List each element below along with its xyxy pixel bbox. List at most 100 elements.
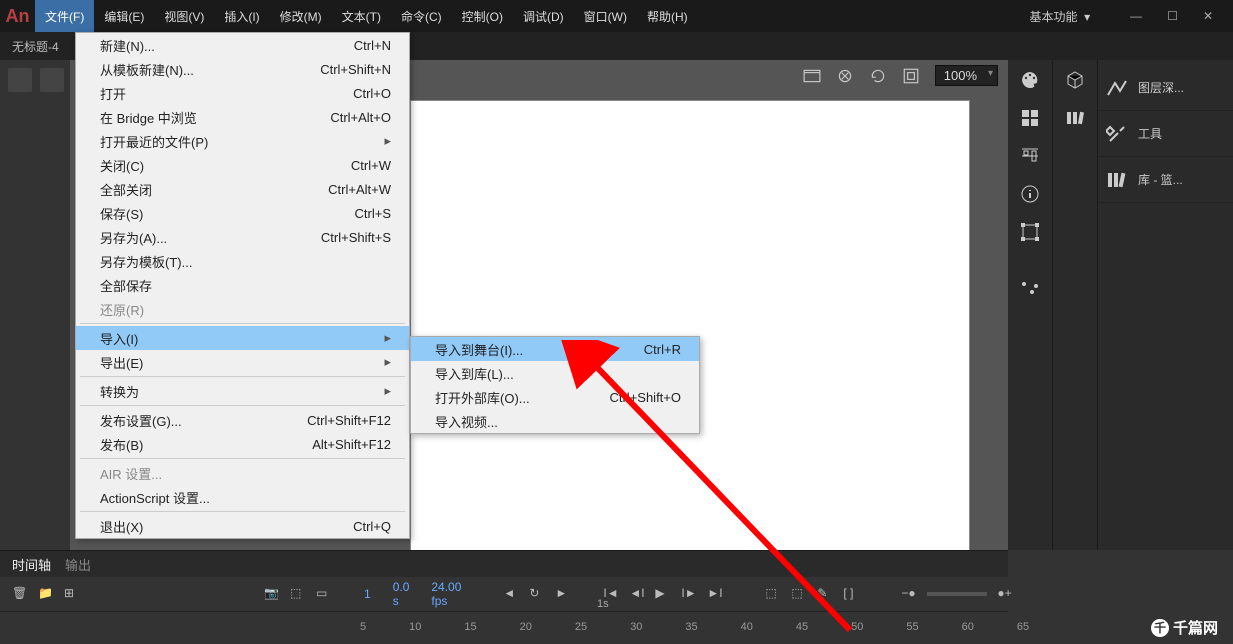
file-menu-item[interactable]: 新建(N)...Ctrl+N [76,33,409,57]
menu-window[interactable]: 窗口(W) [574,0,637,32]
clapboard-icon[interactable] [40,68,64,92]
timeline-ruler[interactable]: 5101520253035404550556065 [0,611,1008,641]
file-menu-item[interactable]: 在 Bridge 中浏览Ctrl+Alt+O [76,105,409,129]
frame-view-icon[interactable]: ▭ [316,586,332,602]
scene-icon[interactable] [8,68,32,92]
watermark-icon: 千 [1151,619,1169,637]
ruler-tick: 20 [520,621,532,633]
menu-edit[interactable]: 编辑(E) [94,0,154,32]
panel-label: 工具 [1138,125,1162,142]
file-menu-item[interactable]: 关闭(C)Ctrl+W [76,153,409,177]
menu-modify[interactable]: 修改(M) [270,0,332,32]
scene-toolbar [0,60,70,550]
menu-help[interactable]: 帮助(H) [637,0,698,32]
swatches-icon[interactable] [1020,108,1040,128]
file-menu-item[interactable]: 导入(I) [76,326,409,350]
palette-icon[interactable] [1020,70,1040,90]
zoom-out-icon[interactable]: −● [901,586,917,602]
import-submenu-item[interactable]: 导入到舞台(I)...Ctrl+R [411,337,699,361]
layer-depth-icon [1106,77,1128,99]
app-logo: An [0,0,35,32]
zoom-dropdown[interactable]: 100% [935,65,998,86]
file-menu-item[interactable]: 打开Ctrl+O [76,81,409,105]
minimize-icon[interactable]: — [1130,9,1142,23]
right-panels: 图层深... 工具 库 - 篮... [1008,60,1233,550]
clip-icon[interactable] [803,67,821,85]
layer-depth-toggle-icon[interactable]: ⬚ [290,586,306,602]
doc-tab[interactable]: 无标题-4 [12,38,59,55]
library-books-icon[interactable] [1065,108,1085,128]
file-menu-item[interactable]: 退出(X)Ctrl+Q [76,514,409,538]
file-menu-item[interactable]: 另存为(A)...Ctrl+Shift+S [76,225,409,249]
ruler-tick: 25 [575,621,587,633]
panel-layer-depth[interactable]: 图层深... [1098,65,1233,111]
tools-icon [1106,123,1128,145]
camera-icon[interactable]: 📷 [264,586,280,602]
marker-icon[interactable]: [ ] [843,586,859,602]
file-menu-item[interactable]: 另存为模板(T)... [76,249,409,273]
canvas-toolbar: 100% [803,65,998,86]
onion-outline-icon[interactable]: ⬚ [791,586,807,602]
rotate-icon[interactable] [869,67,887,85]
file-menu-item[interactable]: 全部关闭Ctrl+Alt+W [76,177,409,201]
zoom-in-icon[interactable]: ●+ [997,586,1013,602]
align-icon[interactable] [1020,146,1040,166]
menu-text[interactable]: 文本(T) [332,0,391,32]
menu-control[interactable]: 控制(O) [452,0,513,32]
file-menu-item[interactable]: 从模板新建(N)...Ctrl+Shift+N [76,57,409,81]
file-menu-item[interactable]: 发布(B)Alt+Shift+F12 [76,432,409,456]
menu-commands[interactable]: 命令(C) [391,0,452,32]
file-menu-item[interactable]: 发布设置(G)...Ctrl+Shift+F12 [76,408,409,432]
goto-last-icon[interactable]: ►I [707,586,723,602]
edit-multi-icon[interactable]: ✎ [817,586,833,602]
panel-library[interactable]: 库 - 篮... [1098,157,1233,203]
zoom-slider[interactable] [927,592,987,596]
step-fwd-icon[interactable]: I► [681,586,697,602]
play-icon[interactable]: ▶ [655,586,671,602]
stage[interactable] [410,100,970,560]
clip-content-icon[interactable] [902,67,920,85]
onion-skin-icon[interactable]: ⬚ [765,586,781,602]
workspace-switcher[interactable]: 基本功能 ▾ [1009,8,1110,25]
menu-insert[interactable]: 插入(I) [214,0,269,32]
import-submenu-item[interactable]: 打开外部库(O)...Ctrl+Shift+O [411,385,699,409]
cube-icon[interactable] [1065,70,1085,90]
trash-icon[interactable]: 🗑 [12,586,28,602]
loop-start-icon[interactable]: ◄ [503,586,519,602]
fps-display[interactable]: 24.00 fps [431,580,461,608]
file-menu-item[interactable]: 保存(S)Ctrl+S [76,201,409,225]
current-frame[interactable]: 1 [364,587,371,601]
step-back-icon[interactable]: ◄I [629,586,645,602]
menu-file[interactable]: 文件(F) [35,0,94,32]
output-tab[interactable]: 输出 [65,555,91,574]
file-menu-item[interactable]: 全部保存 [76,273,409,297]
info-icon[interactable] [1020,184,1040,204]
new-folder-icon[interactable]: 📁 [38,586,54,602]
close-icon[interactable]: ✕ [1203,9,1213,23]
maximize-icon[interactable]: ☐ [1167,9,1178,23]
menu-view[interactable]: 视图(V) [154,0,214,32]
menubar: 文件(F) 编辑(E) 视图(V) 插入(I) 修改(M) 文本(T) 命令(C… [35,0,1110,32]
menu-debug[interactable]: 调试(D) [513,0,574,32]
ruler-tick: 35 [685,621,697,633]
timeline-tab[interactable]: 时间轴 [12,555,51,574]
center-stage-icon[interactable] [836,67,854,85]
loop-end-icon[interactable]: ► [555,586,571,602]
ruler-tick: 45 [796,621,808,633]
elapsed-time: 0.0 s [393,580,410,608]
import-submenu-item[interactable]: 导入视频... [411,409,699,433]
file-menu-item[interactable]: 打开最近的文件(P) [76,129,409,153]
file-menu-item[interactable]: 转换为 [76,379,409,403]
file-menu-item[interactable]: ActionScript 设置... [76,485,409,509]
ruler-tick: 10 [409,621,421,633]
new-layer-icon[interactable]: ⊞ [64,586,80,602]
file-menu-item[interactable]: 导出(E) [76,350,409,374]
library-icon [1106,169,1128,191]
transform-icon[interactable] [1020,222,1040,242]
history-icon[interactable] [1020,280,1040,300]
import-submenu-item[interactable]: 导入到库(L)... [411,361,699,385]
loop-icon[interactable]: ↻ [529,586,545,602]
window-controls: — ☐ ✕ [1110,9,1233,23]
panel-tools[interactable]: 工具 [1098,111,1233,157]
ruler-tick: 60 [962,621,974,633]
